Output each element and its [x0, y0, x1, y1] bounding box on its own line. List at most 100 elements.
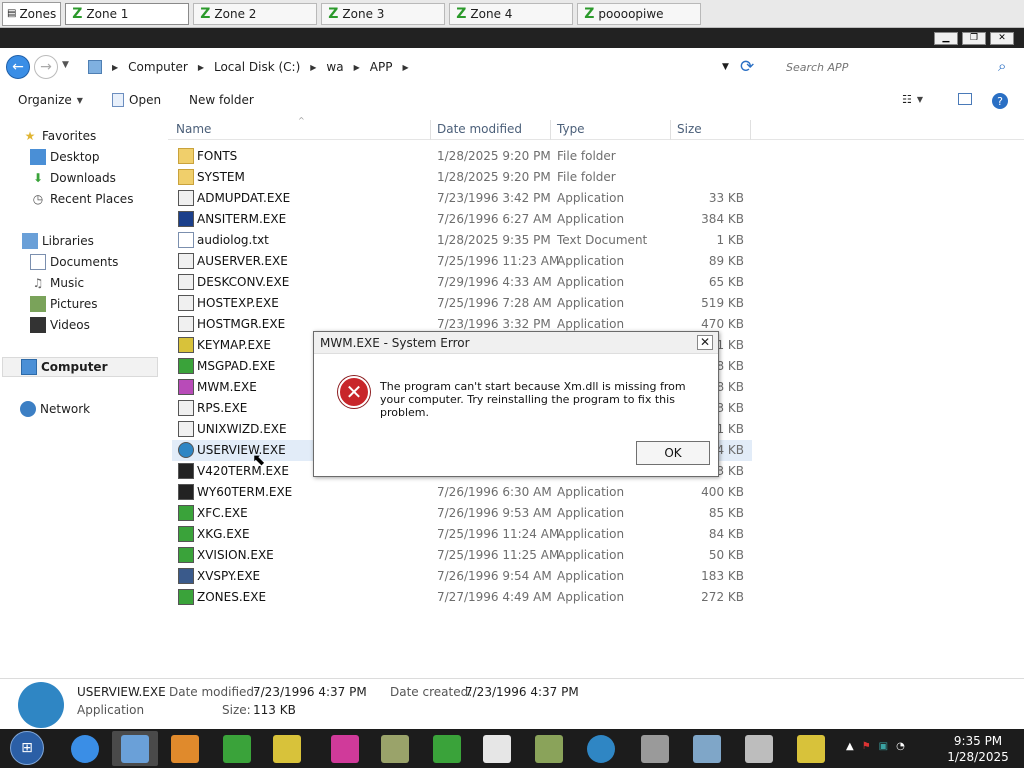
chevron-right-icon[interactable]: ▶ [402, 63, 408, 72]
back-button[interactable]: ← [6, 55, 30, 79]
flag-icon[interactable]: ⚑ [862, 741, 871, 752]
start-button[interactable]: ⊞ [10, 731, 44, 765]
nav-documents[interactable]: Documents [30, 252, 118, 272]
clock[interactable]: 9:35 PM 1/28/2025 [938, 733, 1018, 765]
search-input[interactable] [780, 57, 1016, 77]
network-tray-icon[interactable]: ▣ [879, 741, 888, 752]
ok-button[interactable]: OK [636, 441, 710, 465]
forward-button[interactable]: → [34, 55, 58, 79]
close-window-button[interactable]: ✕ [990, 32, 1014, 45]
folder-icon [88, 60, 102, 74]
zone-tab-1[interactable]: Z Zone 1 [65, 2, 190, 25]
file-row[interactable]: WY60TERM.EXE 7/26/1996 6:30 AM Application… [172, 482, 752, 503]
taskbar-app-8[interactable] [578, 731, 624, 766]
zone-tab-4[interactable]: Z Zone 4 [449, 2, 574, 25]
file-row[interactable]: XKG.EXE 7/25/1996 11:24 AM Application 84 K… [172, 524, 752, 545]
taskbar-app-explorer[interactable] [112, 731, 158, 766]
file-name: audiolog.txt [197, 233, 269, 247]
zone-tab-3[interactable]: Z Zone 3 [321, 2, 446, 25]
column-date-modified[interactable]: Date modified [437, 122, 522, 136]
open-button[interactable]: Open [112, 93, 161, 107]
taskbar-app-5[interactable] [424, 731, 470, 766]
restore-button[interactable]: ❐ [962, 32, 986, 45]
taskbar-app-3[interactable] [322, 731, 368, 766]
nav-downloads[interactable]: ⬇ Downloads [30, 168, 116, 188]
new-folder-button[interactable]: New folder [189, 93, 254, 107]
refresh-button[interactable]: ⟳ [740, 57, 754, 77]
file-row[interactable]: ZONES.EXE 7/27/1996 4:49 AM Application 272… [172, 587, 752, 608]
file-row[interactable]: HOSTEXP.EXE 7/25/1996 7:28 AM Application 5… [172, 293, 752, 314]
show-hidden-icons-icon[interactable]: ▲ [846, 741, 854, 752]
taskbar-app-9[interactable] [632, 731, 678, 766]
column-type[interactable]: Type [557, 122, 585, 136]
column-divider[interactable] [550, 120, 551, 140]
nav-desktop[interactable]: Desktop [30, 147, 100, 167]
file-row[interactable]: SYSTEM 1/28/2025 9:20 PM File folder [172, 167, 752, 188]
taskbar-app-11[interactable] [736, 731, 782, 766]
nav-videos[interactable]: Videos [30, 315, 90, 335]
column-divider[interactable] [750, 120, 751, 140]
taskbar-app-ie[interactable] [62, 731, 108, 766]
nav-recent-places[interactable]: ◷ Recent Places [30, 189, 134, 209]
details-pane: USERVIEW.EXE Application Date modified: … [0, 678, 1024, 729]
taskbar-app-6[interactable] [474, 731, 520, 766]
nav-libraries[interactable]: Libraries [22, 231, 94, 251]
file-row[interactable]: AUSERVER.EXE 7/25/1996 11:23 AM Applicatio… [172, 251, 752, 272]
chevron-right-icon[interactable]: ▶ [310, 63, 316, 72]
file-row[interactable]: XVSPY.EXE 7/26/1996 9:54 AM Application 183… [172, 566, 752, 587]
app-icon [178, 463, 194, 479]
zones-menu-button[interactable]: ▤ Zones [2, 1, 62, 26]
help-button[interactable]: ? [992, 93, 1008, 109]
zone-tab-2[interactable]: Z Zone 2 [193, 2, 318, 25]
taskbar-app-media[interactable] [162, 731, 208, 766]
view-options-button[interactable]: ☷ ▼ [902, 93, 923, 106]
taskbar-app-10[interactable] [684, 731, 730, 766]
file-row[interactable]: XVISION.EXE 7/25/1996 11:25 AM Application… [172, 545, 752, 566]
file-date: 1/28/2025 9:35 PM [437, 233, 551, 247]
preview-pane-button[interactable] [958, 93, 972, 105]
file-row[interactable]: ADMUPDAT.EXE 7/23/1996 3:42 PM Application… [172, 188, 752, 209]
nav-music[interactable]: ♫ Music [30, 273, 85, 293]
zone-tab-label: poooopiwe [598, 6, 664, 21]
file-row[interactable]: FONTS 1/28/2025 9:20 PM File folder [172, 146, 752, 167]
zone-tab-5[interactable]: Z poooopiwe [577, 2, 702, 25]
nav-network[interactable]: Network [20, 399, 90, 419]
breadcrumb-computer[interactable]: Computer [128, 60, 188, 74]
file-row[interactable]: ANSITERM.EXE 7/26/1996 6:27 AM Application… [172, 209, 752, 230]
breadcrumb-local-disk[interactable]: Local Disk (C:) [214, 60, 300, 74]
address-dropdown-button[interactable]: ▼ [722, 62, 729, 72]
dialog-close-button[interactable]: ✕ [697, 335, 713, 350]
chevron-right-icon[interactable]: ▶ [112, 63, 118, 72]
chevron-right-icon[interactable]: ▶ [198, 63, 204, 72]
breadcrumb-wa[interactable]: wa [326, 60, 343, 74]
recent-pages-button[interactable]: ▼ [62, 60, 69, 70]
column-name[interactable]: Name [176, 122, 211, 136]
column-size[interactable]: Size [677, 122, 702, 136]
nav-favorites[interactable]: ★ Favorites [22, 126, 97, 146]
file-row[interactable]: XFC.EXE 7/26/1996 9:53 AM Application 85 KB [172, 503, 752, 524]
file-row[interactable]: audiolog.txt 1/28/2025 9:35 PM Text Docume… [172, 230, 752, 251]
details-size-label: Size: [222, 703, 251, 717]
volume-icon[interactable]: ◔ [896, 741, 905, 752]
taskbar-app-2[interactable] [264, 731, 310, 766]
zone-icon: Z [456, 5, 467, 22]
nav-pictures[interactable]: Pictures [30, 294, 98, 314]
file-type: Application [557, 254, 625, 268]
taskbar-app-12[interactable] [788, 731, 834, 766]
breadcrumb-app[interactable]: APP [370, 60, 393, 74]
folder-icon [178, 169, 194, 185]
search-icon[interactable]: ⌕ [998, 57, 1006, 75]
nav-computer[interactable]: Computer [2, 357, 158, 377]
file-row[interactable]: DESKCONV.EXE 7/29/1996 4:33 AM Application… [172, 272, 752, 293]
column-divider[interactable] [670, 120, 671, 140]
breadcrumb: ▶ Computer ▶ Local Disk (C:) ▶ wa ▶ APP … [88, 57, 409, 77]
organize-button[interactable]: Organize ▼ [18, 93, 83, 107]
column-divider[interactable] [430, 120, 431, 140]
minimize-button[interactable]: ▁ [934, 32, 958, 45]
chevron-right-icon[interactable]: ▶ [354, 63, 360, 72]
file-size: 8 KB [716, 380, 744, 394]
taskbar-app-7[interactable] [526, 731, 572, 766]
taskbar-app-4[interactable] [372, 731, 418, 766]
taskbar-app-1[interactable] [214, 731, 260, 766]
file-date: 7/27/1996 4:49 AM [437, 590, 552, 604]
